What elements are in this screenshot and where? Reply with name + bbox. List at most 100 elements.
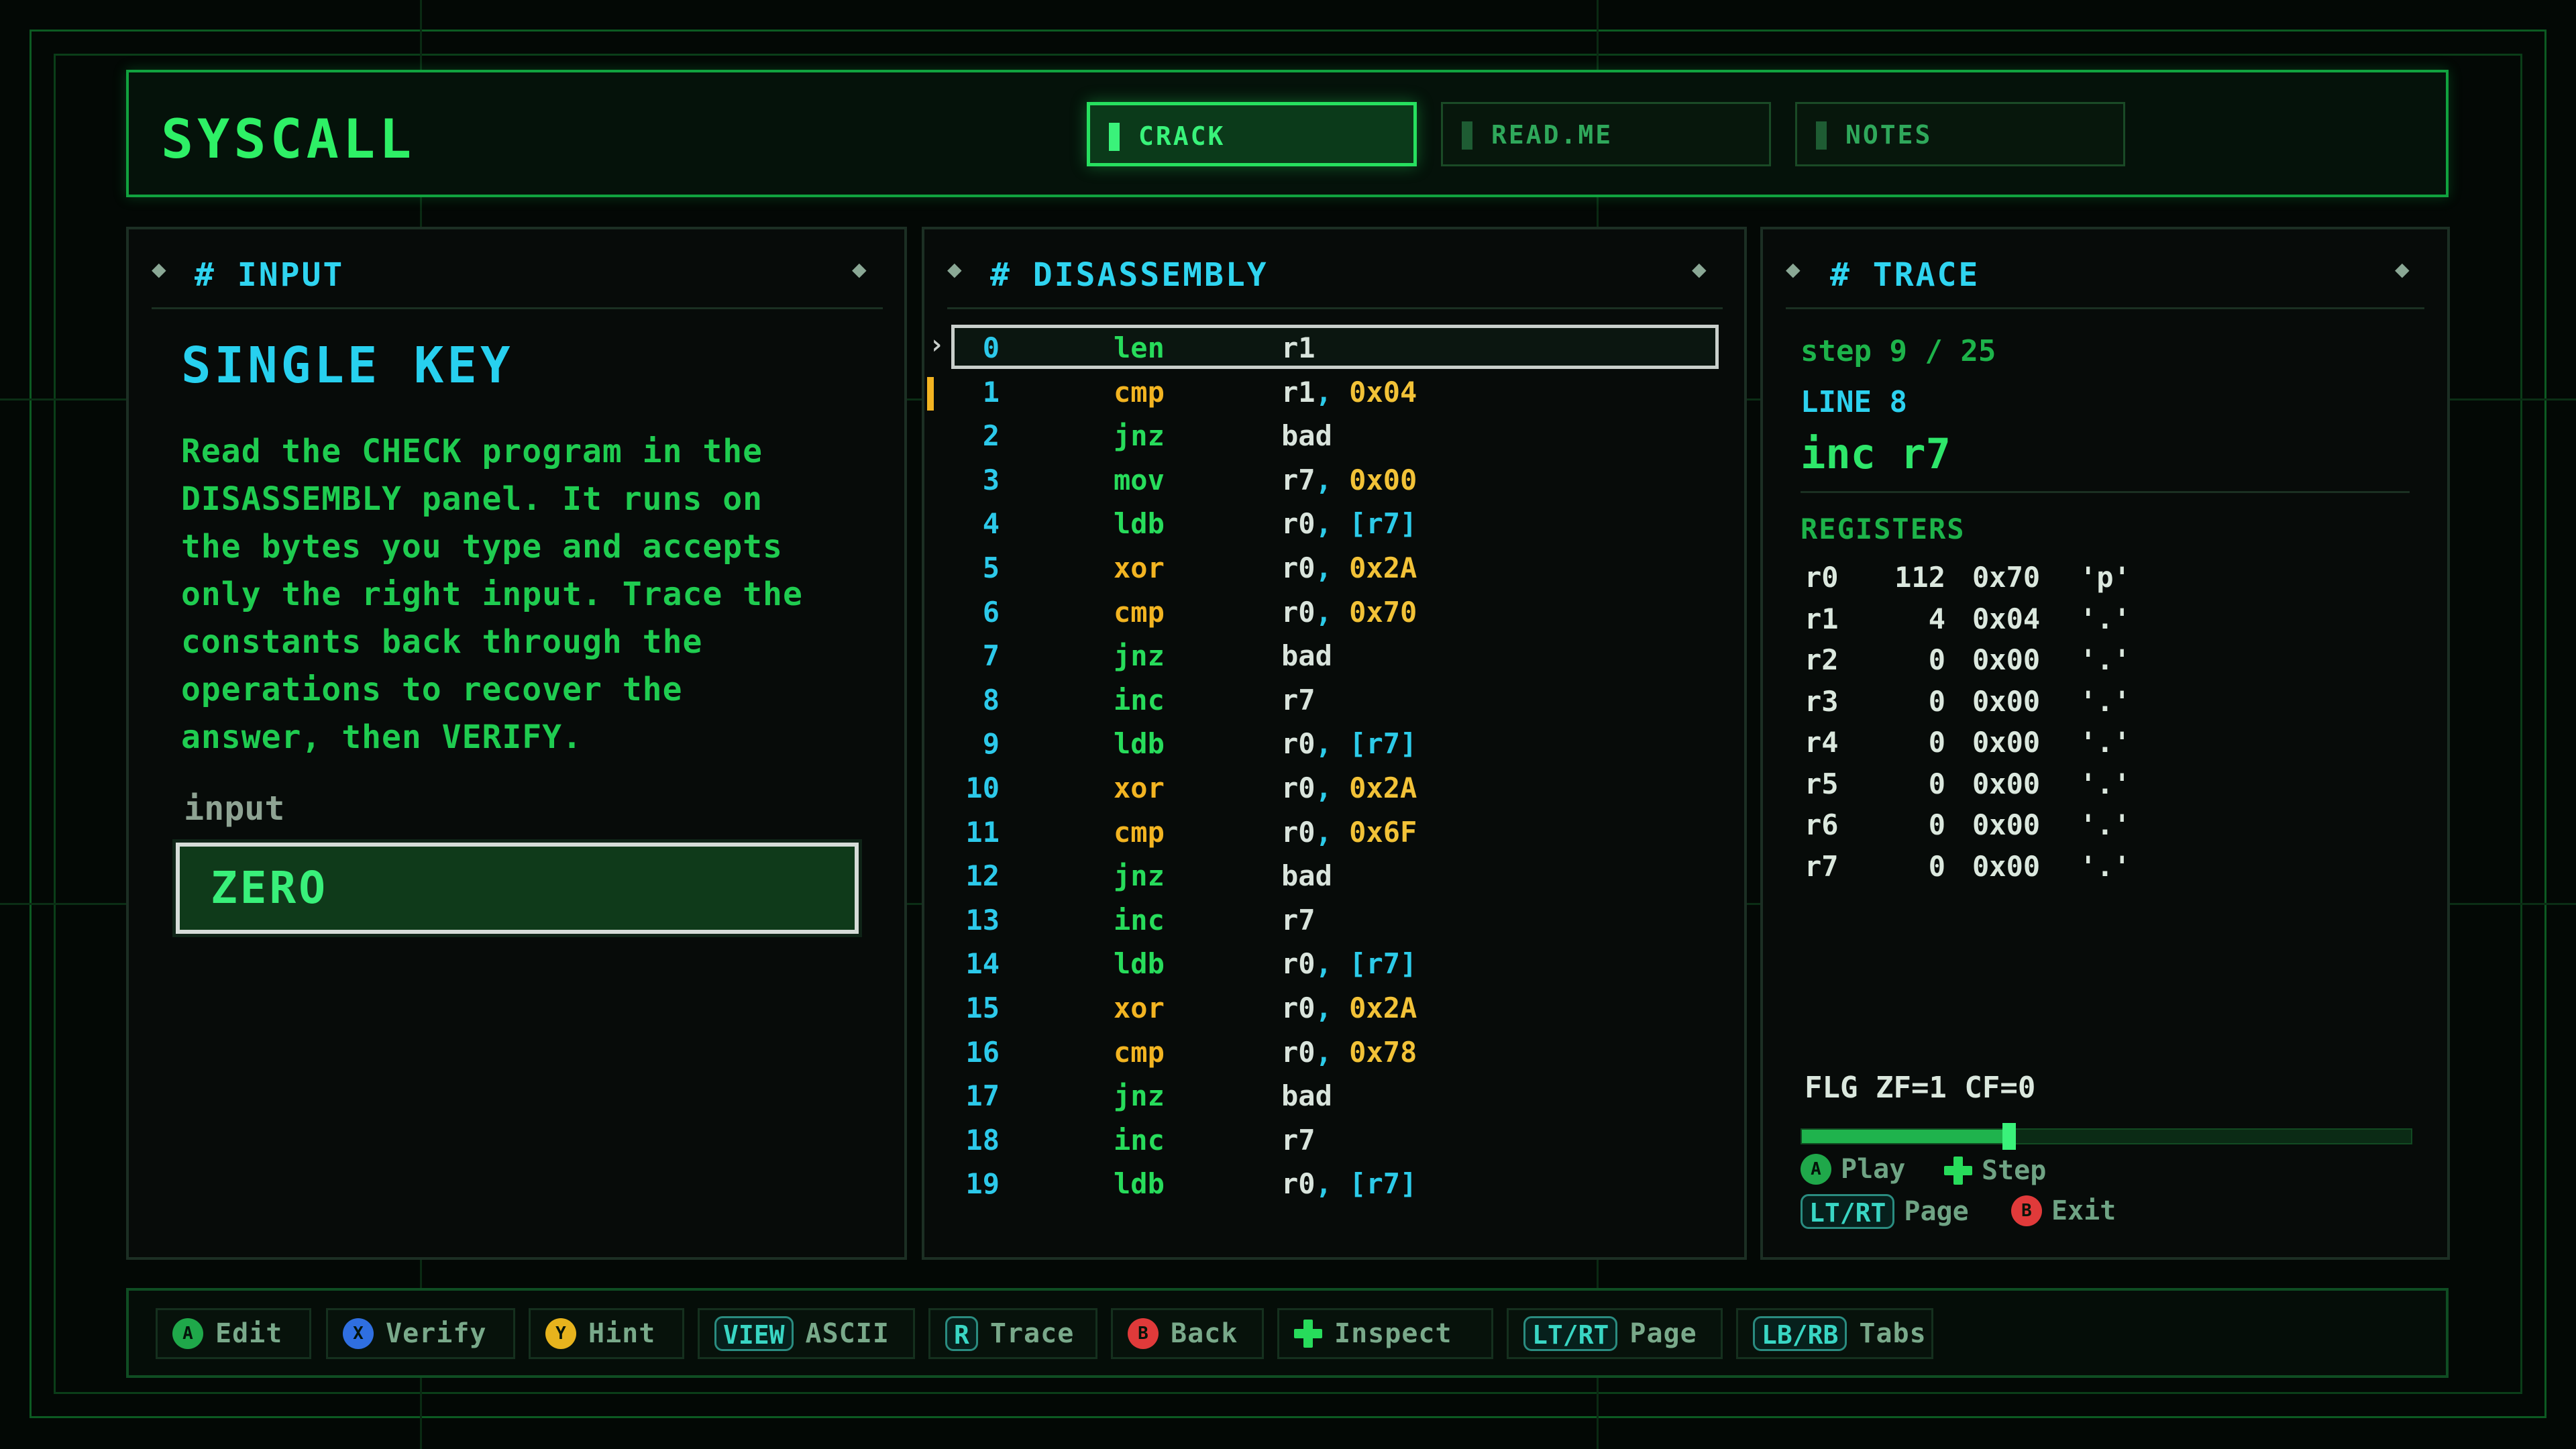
operand-separator: , bbox=[1315, 991, 1350, 1024]
register-char: '.' bbox=[2080, 767, 2131, 800]
current-instruction: inc r7 bbox=[1801, 429, 1951, 478]
disassembly-line[interactable]: 17 jnz bad bbox=[939, 1074, 1717, 1118]
line-number: 16 bbox=[965, 1035, 1000, 1069]
back-button[interactable]: B Back bbox=[1111, 1308, 1264, 1359]
disassembly-line[interactable]: 3 mov r7, 0x00 bbox=[939, 458, 1717, 502]
disassembly-line[interactable]: 14 ldb r0, [r7] bbox=[939, 942, 1717, 986]
register-dec: 0 bbox=[1928, 684, 1945, 718]
disassembly-line[interactable]: 6 cmp r0, 0x70 bbox=[939, 590, 1717, 635]
tab-readme[interactable]: READ.ME bbox=[1441, 102, 1771, 166]
operand-separator: , bbox=[1315, 595, 1350, 629]
page-button[interactable]: LT/RT Page bbox=[1507, 1308, 1723, 1359]
disassembly-line[interactable]: 9 ldb r0, [r7] bbox=[939, 722, 1717, 766]
verify-button[interactable]: X Verify bbox=[326, 1308, 515, 1359]
opcode: jnz bbox=[1114, 1079, 1165, 1113]
operand: r0 bbox=[1281, 595, 1316, 629]
diamond-icon: ◆ bbox=[1692, 256, 1707, 283]
operand: r1 bbox=[1281, 331, 1316, 364]
operand: r0 bbox=[1281, 771, 1316, 804]
tab-indicator bbox=[1462, 121, 1472, 150]
diamond-icon: ◆ bbox=[2395, 256, 2410, 283]
register-dec: 0 bbox=[1928, 849, 1945, 883]
operand: r7 bbox=[1281, 463, 1316, 496]
disassembly-line[interactable]: 16 cmp r0, 0x78 bbox=[939, 1030, 1717, 1075]
register-hex: 0x00 bbox=[1972, 643, 2041, 676]
page-control[interactable]: LT/RT Page bbox=[1801, 1194, 1969, 1229]
register-row: r6 0 0x00 '.' bbox=[1805, 804, 2207, 846]
register-row: r2 0 0x00 '.' bbox=[1805, 639, 2207, 681]
y-button-icon: Y bbox=[545, 1318, 576, 1349]
register-name: r5 bbox=[1805, 767, 1839, 800]
disassembly-line[interactable]: 18 inc r7 bbox=[939, 1118, 1717, 1163]
trace-button[interactable]: R Trace bbox=[928, 1308, 1097, 1359]
operand-separator: , bbox=[1315, 1167, 1350, 1201]
line-number: 8 bbox=[982, 683, 1000, 716]
hint-button[interactable]: Y Hint bbox=[529, 1308, 684, 1359]
tab-notes[interactable]: NOTES bbox=[1795, 102, 2125, 166]
register-name: r7 bbox=[1805, 849, 1839, 883]
exit-control[interactable]: B Exit bbox=[2011, 1195, 2116, 1226]
disassembly-line[interactable]: 15 xor r0, 0x2A bbox=[939, 986, 1717, 1030]
register-name: r2 bbox=[1805, 643, 1839, 676]
operand: r7 bbox=[1281, 903, 1316, 936]
tabs-button[interactable]: LB/RB Tabs bbox=[1736, 1308, 1933, 1359]
input-field-label: input bbox=[184, 789, 285, 828]
operands: r7 bbox=[1281, 1118, 1316, 1163]
operand: [r7] bbox=[1349, 947, 1417, 981]
trace-progress-slider[interactable] bbox=[1801, 1123, 2412, 1150]
operand: [r7] bbox=[1349, 507, 1417, 541]
operands: bad bbox=[1281, 1074, 1332, 1118]
opcode: cmp bbox=[1114, 595, 1165, 629]
disassembly-line[interactable]: 1 cmp r1, 0x04 bbox=[939, 370, 1717, 415]
registers-title: REGISTERS bbox=[1801, 513, 1966, 545]
trigger-button-icon: LT/RT bbox=[1801, 1194, 1895, 1229]
disassembly-line[interactable]: 2 jnz bad bbox=[939, 414, 1717, 458]
register-hex: 0x00 bbox=[1972, 767, 2041, 800]
disassembly-line[interactable]: 11 cmp r0, 0x6F bbox=[939, 810, 1717, 855]
diamond-icon: ◆ bbox=[152, 256, 166, 283]
operands: r0, 0x70 bbox=[1281, 590, 1417, 635]
operand-separator: , bbox=[1315, 771, 1350, 804]
operand: r7 bbox=[1281, 1123, 1316, 1157]
disassembly-line[interactable]: 13 inc r7 bbox=[939, 898, 1717, 943]
disassembly-line[interactable]: 7 jnz bad bbox=[939, 634, 1717, 678]
play-control[interactable]: A Play bbox=[1801, 1154, 1905, 1185]
disassembly-line[interactable]: 5 xor r0, 0x2A bbox=[939, 546, 1717, 590]
disassembly-line[interactable]: 4 ldb r0, [r7] bbox=[939, 502, 1717, 546]
operand: r0 bbox=[1281, 507, 1316, 541]
operand: r7 bbox=[1281, 683, 1316, 716]
inspect-button[interactable]: Inspect bbox=[1277, 1308, 1493, 1359]
tab-crack[interactable]: CRACK bbox=[1087, 102, 1417, 166]
progress-fill bbox=[1802, 1130, 2009, 1143]
disassembly-line[interactable]: 12 jnz bad bbox=[939, 854, 1717, 898]
tab-label: READ.ME bbox=[1491, 120, 1613, 150]
ascii-view-button[interactable]: VIEW ASCII bbox=[698, 1308, 915, 1359]
line-number: 5 bbox=[982, 551, 1000, 584]
disassembly-line[interactable]: 0 len r1 bbox=[939, 326, 1717, 370]
slider-thumb[interactable] bbox=[2002, 1123, 2016, 1150]
opcode: xor bbox=[1114, 991, 1165, 1024]
operand: bad bbox=[1281, 419, 1332, 453]
operand: 0x2A bbox=[1349, 991, 1417, 1024]
register-dec: 0 bbox=[1928, 808, 1945, 841]
line-number: 4 bbox=[982, 507, 1000, 541]
operands: r7 bbox=[1281, 898, 1316, 943]
hint-label: ASCII bbox=[805, 1318, 890, 1349]
operand: r0 bbox=[1281, 991, 1316, 1024]
disassembly-line[interactable]: 10 xor r0, 0x2A bbox=[939, 766, 1717, 810]
operand: [r7] bbox=[1349, 1167, 1417, 1201]
key-input-field[interactable]: ZERO bbox=[172, 839, 862, 937]
register-dec: 0 bbox=[1928, 726, 1945, 759]
line-number: 3 bbox=[982, 463, 1000, 496]
disassembly-line[interactable]: 19 ldb r0, [r7] bbox=[939, 1162, 1717, 1206]
disassembly-line[interactable]: 8 inc r7 bbox=[939, 678, 1717, 722]
step-control[interactable]: Step bbox=[1944, 1155, 2046, 1186]
line-number: 6 bbox=[982, 595, 1000, 629]
operands: bad bbox=[1281, 414, 1332, 458]
operand: 0x2A bbox=[1349, 551, 1417, 584]
description-line: the bytes you type and accepts bbox=[181, 528, 783, 566]
register-name: r6 bbox=[1805, 808, 1839, 841]
edit-button[interactable]: A Edit bbox=[156, 1308, 311, 1359]
operands: bad bbox=[1281, 854, 1332, 898]
current-line: LINE 8 bbox=[1801, 385, 1907, 419]
